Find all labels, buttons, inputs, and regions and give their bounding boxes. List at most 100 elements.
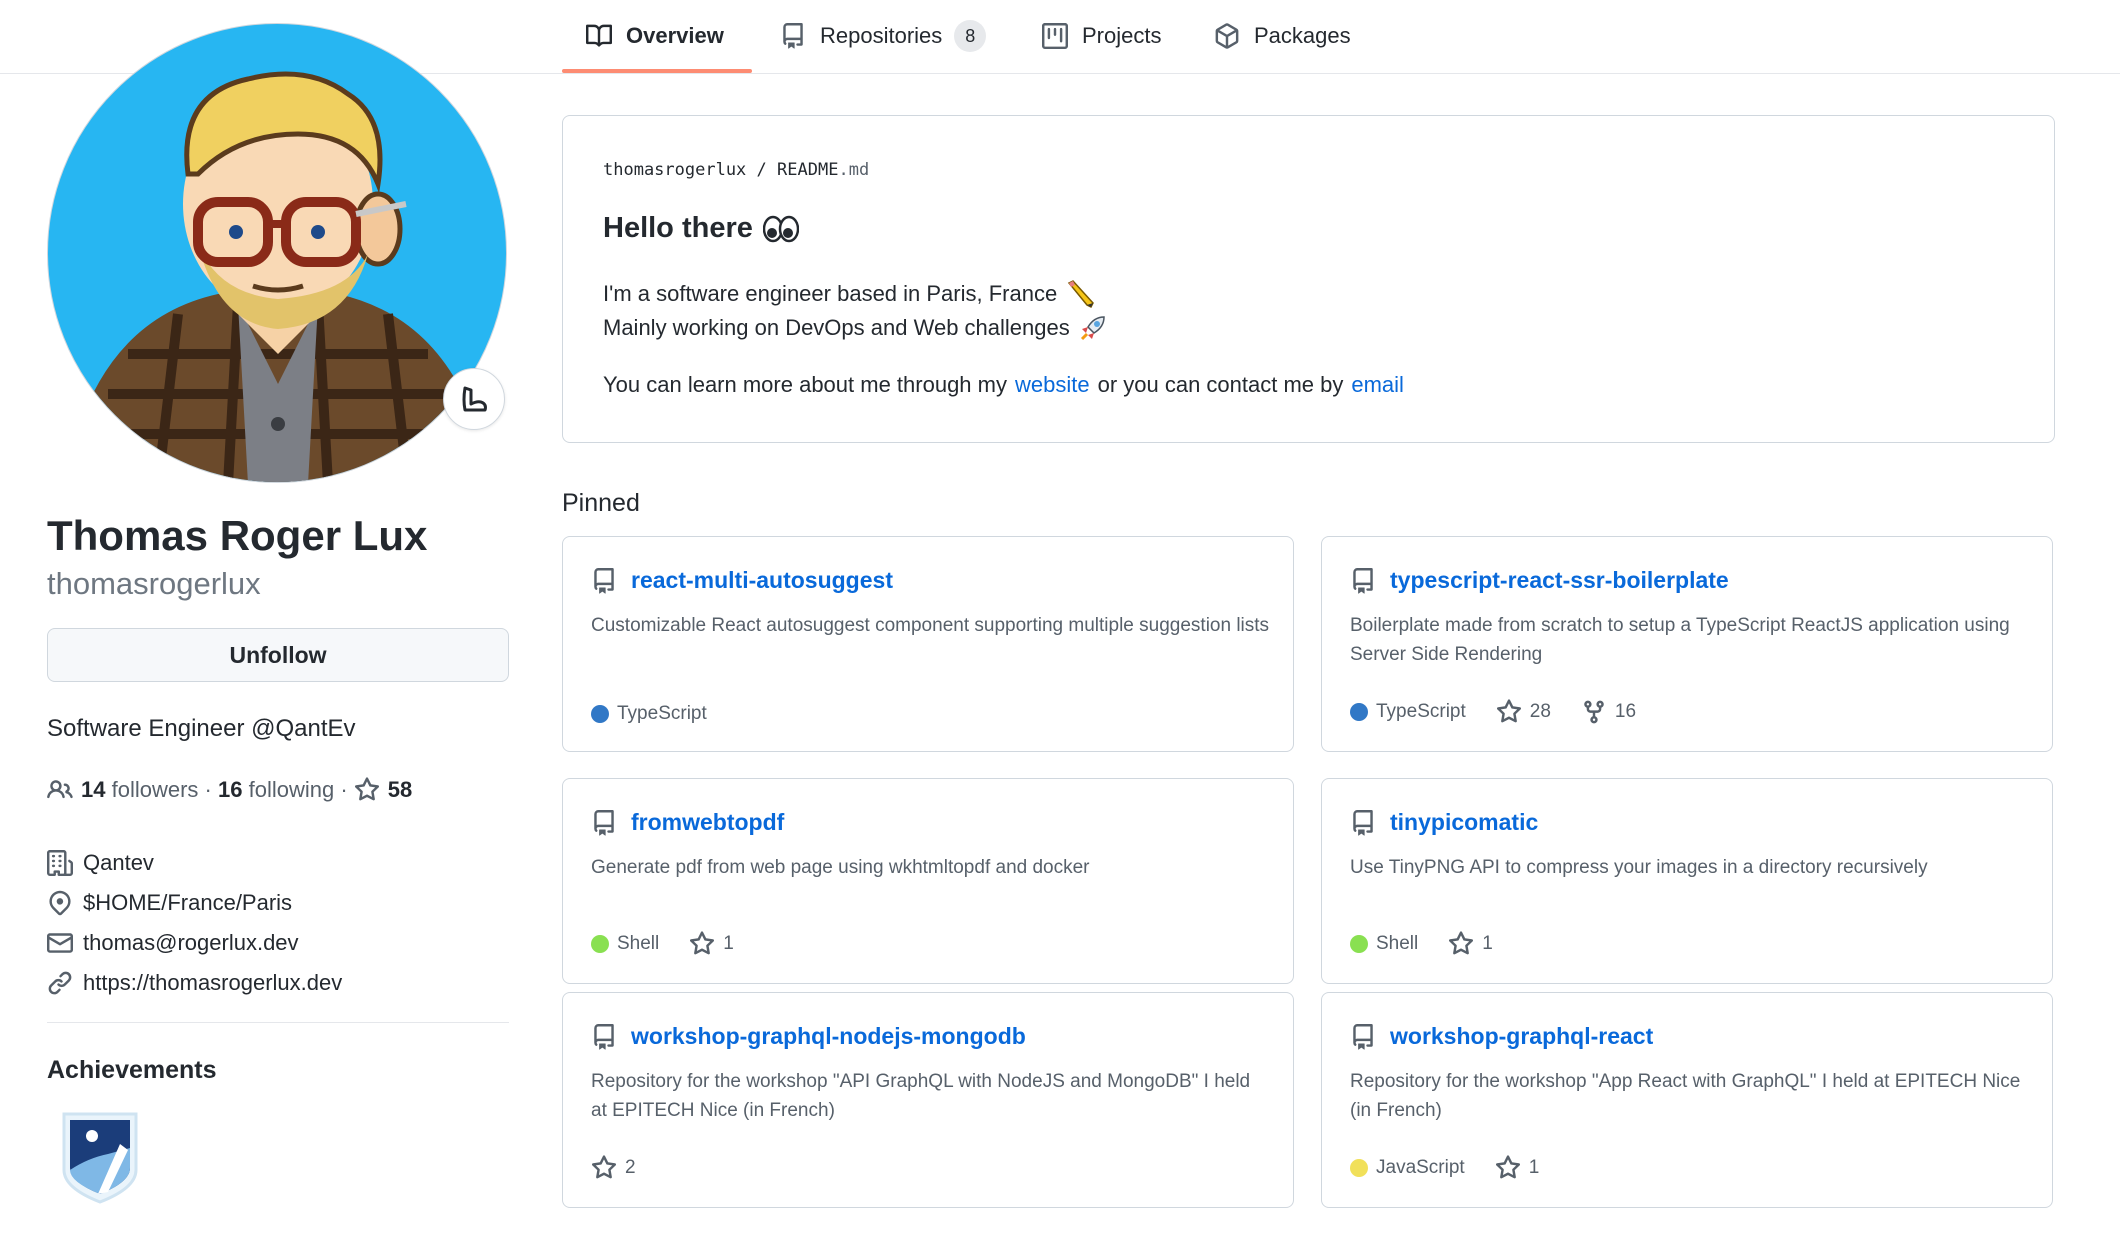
tab-repositories[interactable]: Repositories 8 bbox=[780, 0, 987, 72]
repo-stars-link[interactable]: 1 bbox=[1448, 931, 1493, 957]
pinned-repo-card: workshop-graphql-react Repository for the… bbox=[1321, 992, 2053, 1208]
repositories-counter: 8 bbox=[954, 20, 987, 52]
repo-description: Repository for the workshop "App React w… bbox=[1350, 1071, 2021, 1121]
repo-language: Shell bbox=[591, 933, 659, 955]
following-link[interactable]: 16 following bbox=[218, 777, 334, 803]
tab-repositories-label: Repositories bbox=[820, 23, 943, 48]
repo-name-link[interactable]: fromwebtopdf bbox=[631, 809, 784, 836]
repo-meta: JavaScript 1 bbox=[1350, 1155, 1569, 1181]
followers-link[interactable]: 14 followers bbox=[81, 777, 198, 803]
readme-file-link[interactable]: README bbox=[777, 160, 838, 180]
achievements-title: Achievements bbox=[47, 1056, 217, 1084]
readme-website-link[interactable]: website bbox=[1015, 372, 1090, 398]
tab-overview-label: Overview bbox=[626, 23, 724, 48]
repo-header: workshop-graphql-react bbox=[1350, 1023, 1653, 1050]
repo-stars-count: 28 bbox=[1529, 701, 1551, 722]
repo-header: tinypicomatic bbox=[1350, 809, 1538, 836]
repo-icon bbox=[594, 567, 614, 594]
tab-projects[interactable]: Projects bbox=[1042, 0, 1161, 72]
readme-email-link[interactable]: email bbox=[1351, 372, 1404, 398]
repo-meta: Shell 1 bbox=[591, 931, 764, 957]
repo-stars-count: 2 bbox=[625, 1157, 636, 1178]
repo-name-link[interactable]: tinypicomatic bbox=[1390, 809, 1538, 836]
star-icon bbox=[690, 931, 715, 955]
repo-header: typescript-react-ssr-boilerplate bbox=[1350, 567, 1729, 594]
repo-stars-link[interactable]: 1 bbox=[1495, 1155, 1539, 1181]
repo-description: Use TinyPNG API to compress your images … bbox=[1350, 857, 1928, 878]
repo-language-label: Shell bbox=[617, 933, 660, 954]
website-link[interactable]: https://thomasrogerlux.dev bbox=[83, 970, 342, 996]
language-color-dot bbox=[591, 705, 609, 723]
repo-name-link[interactable]: workshop-graphql-react bbox=[1390, 1023, 1653, 1050]
follow-stats: 14 followers · 16 following · 58 bbox=[47, 777, 412, 803]
following-label: following bbox=[248, 777, 335, 802]
path-separator: / bbox=[756, 160, 767, 180]
repo-forks-link[interactable]: 16 bbox=[1581, 699, 1636, 725]
repo-meta: TypeScript 28 16 bbox=[1350, 699, 1666, 725]
repo-name-link[interactable]: workshop-graphql-nodejs-mongodb bbox=[631, 1023, 1026, 1050]
tab-projects-label: Projects bbox=[1082, 23, 1162, 48]
location-text: $HOME/France/Paris bbox=[83, 890, 293, 915]
star-icon bbox=[1496, 699, 1521, 723]
detail-website[interactable]: https://thomasrogerlux.dev bbox=[47, 963, 342, 1003]
tab-packages[interactable]: Packages bbox=[1214, 0, 1351, 72]
tab-overview[interactable]: Overview bbox=[586, 0, 724, 72]
pencil-icon bbox=[1068, 280, 1095, 309]
repo-language: Shell bbox=[1350, 933, 1418, 955]
repo-header: fromwebtopdf bbox=[591, 809, 784, 836]
repo-icon bbox=[1353, 567, 1373, 594]
stars-link[interactable]: 58 bbox=[354, 777, 412, 803]
arctic-code-vault-badge-icon[interactable] bbox=[58, 1108, 142, 1204]
repo-icon bbox=[594, 1023, 614, 1050]
repo-stars-link[interactable]: 28 bbox=[1496, 699, 1551, 725]
readme-line-1: I'm a software engineer based in Paris, … bbox=[603, 279, 1095, 309]
detail-location: $HOME/France/Paris bbox=[47, 883, 342, 923]
repo-name-link[interactable]: react-multi-autosuggest bbox=[631, 567, 893, 594]
repo-description: Customizable React autosuggest component… bbox=[591, 615, 1270, 636]
repo-forks-count: 16 bbox=[1614, 701, 1637, 722]
eyes-icon bbox=[762, 215, 799, 242]
avatar[interactable] bbox=[47, 23, 507, 483]
language-color-dot bbox=[1350, 703, 1368, 721]
followers-count: 14 bbox=[81, 777, 106, 802]
repo-description: Generate pdf from web page using wkhtmlt… bbox=[591, 857, 1090, 878]
status-badge[interactable] bbox=[443, 368, 505, 430]
repo-name-link[interactable]: typescript-react-ssr-boilerplate bbox=[1390, 567, 1729, 594]
repo-stars-count: 1 bbox=[723, 933, 734, 954]
detail-company: Qantev bbox=[47, 843, 342, 883]
repo-language: JavaScript bbox=[1350, 1157, 1465, 1179]
avatar-illustration bbox=[49, 71, 506, 482]
project-icon bbox=[1042, 23, 1068, 49]
dot-separator: · bbox=[198, 777, 218, 802]
tab-packages-label: Packages bbox=[1254, 23, 1351, 48]
repo-stars-link[interactable]: 1 bbox=[689, 931, 734, 957]
pinned-title: Pinned bbox=[562, 489, 640, 517]
email-link[interactable]: thomas@rogerlux.dev bbox=[83, 930, 299, 956]
readme-line-3-prefix: You can learn more about me through my bbox=[603, 372, 1007, 397]
unfollow-button[interactable]: Unfollow bbox=[47, 628, 509, 682]
language-color-dot bbox=[1350, 935, 1368, 953]
repo-stars-link[interactable]: 2 bbox=[591, 1155, 636, 1181]
people-icon bbox=[47, 780, 73, 799]
star-icon bbox=[591, 1155, 617, 1179]
readme-owner-link[interactable]: thomasrogerlux bbox=[603, 160, 746, 180]
readme-line-3: You can learn more about me through my w… bbox=[603, 372, 1412, 398]
repo-language-label: Shell bbox=[1376, 933, 1419, 954]
profile-username: thomasrogerlux bbox=[47, 566, 261, 601]
repo-language-label: JavaScript bbox=[1376, 1157, 1465, 1178]
language-color-dot bbox=[591, 935, 609, 953]
repo-description: Boilerplate made from scratch to setup a… bbox=[1350, 615, 2010, 665]
repo-language-label: TypeScript bbox=[617, 703, 707, 724]
repo-meta: TypeScript bbox=[591, 703, 737, 725]
repo-description: Repository for the workshop "API GraphQL… bbox=[591, 1071, 1251, 1121]
readme-heading-text: Hello there bbox=[603, 212, 753, 244]
avatar-container bbox=[47, 23, 507, 483]
active-tab-indicator bbox=[562, 69, 752, 73]
package-icon bbox=[1215, 23, 1239, 49]
pinned-repo-card: react-multi-autosuggest Customizable Reac… bbox=[562, 536, 1294, 752]
pinned-repo-card: workshop-graphql-nodejs-mongodb Repositor… bbox=[562, 992, 1294, 1208]
detail-email[interactable]: thomas@rogerlux.dev bbox=[47, 923, 342, 963]
readme-path: thomasrogerlux / README.md bbox=[603, 160, 869, 180]
repo-stars-count: 1 bbox=[1482, 933, 1493, 954]
pinned-repo-card: fromwebtopdf Generate pdf from web page u… bbox=[562, 778, 1294, 984]
